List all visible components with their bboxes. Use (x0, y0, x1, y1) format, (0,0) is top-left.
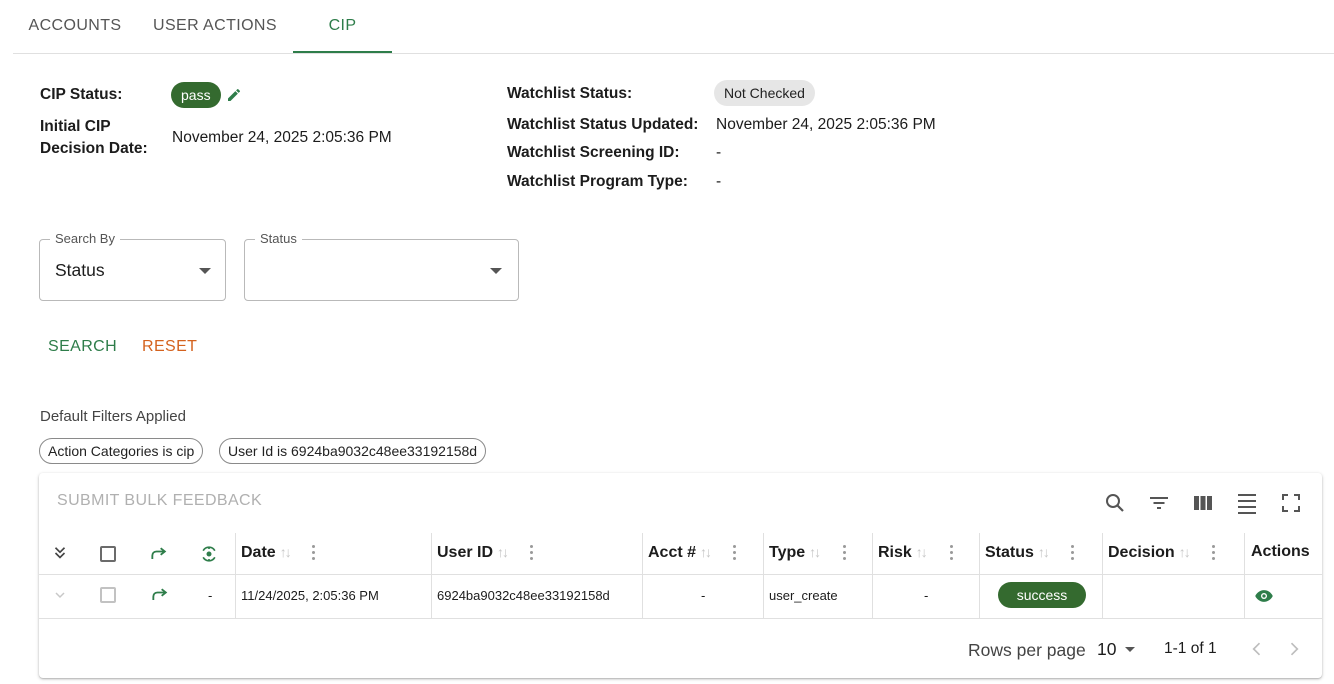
column-label: Acct # (648, 544, 697, 561)
forward-icon (149, 544, 169, 564)
table-pagination: Rows per page 10 1-1 of 1 (39, 618, 1322, 678)
fullscreen-icon[interactable] (1279, 491, 1303, 515)
watchlist-status-badge: Not Checked (714, 80, 815, 106)
column-header-user-id[interactable]: User ID ↑↓ (437, 533, 509, 575)
table-row[interactable]: - 11/24/2025, 2:05:36 PM 6924ba9032c48ee… (39, 575, 1322, 618)
column-label: Risk (878, 544, 912, 561)
column-menu-icon[interactable] (1071, 545, 1075, 561)
tab-accounts[interactable]: ACCOUNTS (13, 0, 137, 53)
column-label: Status (985, 544, 1034, 561)
column-header-decision[interactable]: Decision ↑↓ (1108, 533, 1191, 575)
search-by-select[interactable]: Search By Status (39, 231, 226, 301)
cip-status-label: CIP Status: (40, 86, 123, 103)
rows-per-page-select[interactable]: 10 (1097, 638, 1141, 662)
watchlist-program-label: Watchlist Program Type: (507, 173, 688, 190)
column-label: Decision (1108, 544, 1175, 561)
tab-bar: ACCOUNTS USER ACTIONS CIP (13, 0, 1334, 54)
row-type: user_create (769, 588, 838, 603)
column-header-date[interactable]: Date ↑↓ (241, 533, 292, 575)
chevron-left-icon[interactable] (1247, 639, 1267, 659)
watchlist-program-value: - (716, 173, 722, 190)
reset-button[interactable]: RESET (142, 338, 197, 356)
pin-icon (199, 544, 219, 564)
column-menu-icon[interactable] (1212, 545, 1216, 561)
column-label: User ID (437, 544, 494, 561)
row-user-id: 6924ba9032c48ee33192158d (437, 588, 610, 603)
filter-icon[interactable] (1147, 491, 1171, 515)
tab-user-actions[interactable]: USER ACTIONS (141, 0, 289, 53)
column-menu-icon[interactable] (950, 545, 954, 561)
column-header-status[interactable]: Status ↑↓ (985, 533, 1050, 575)
eye-icon[interactable] (1254, 586, 1274, 606)
column-label: Date (241, 544, 276, 561)
tab-cip[interactable]: CIP (293, 0, 392, 53)
density-icon[interactable] (1235, 491, 1259, 515)
column-menu-icon[interactable] (843, 545, 847, 561)
initial-cip-label-line1: Initial CIP (40, 118, 111, 135)
rows-per-page-value: 10 (1097, 639, 1117, 659)
actions-table: SUBMIT BULK FEEDBACK Date↑↓ User ID↑↓ (39, 473, 1322, 678)
sort-icon: ↑↓ (809, 544, 821, 560)
filter-chip-user-id: User Id is 6924ba9032c48ee33192158d (219, 438, 487, 464)
pagination-range: 1-1 of 1 (1164, 640, 1217, 657)
row-date: 11/24/2025, 2:05:36 PM (241, 588, 379, 603)
expand-all-icon[interactable] (51, 544, 69, 562)
column-label: Type (769, 544, 806, 561)
filter-chip-action-categories: Action Categories is cip (39, 438, 204, 464)
caret-down-icon (199, 268, 211, 274)
sort-icon: ↑↓ (279, 544, 292, 560)
watchlist-screening-label: Watchlist Screening ID: (507, 144, 680, 161)
row-checkbox[interactable] (100, 587, 116, 603)
submit-bulk-feedback-button[interactable]: SUBMIT BULK FEEDBACK (57, 492, 262, 510)
initial-cip-date: November 24, 2025 2:05:36 PM (172, 129, 392, 146)
column-menu-icon[interactable] (530, 545, 534, 561)
sort-icon: ↑↓ (915, 544, 928, 560)
status-select-label: Status (255, 231, 302, 246)
search-by-label: Search By (50, 231, 120, 246)
search-button[interactable]: SEARCH (48, 338, 117, 356)
search-icon[interactable] (1103, 491, 1127, 515)
edit-icon[interactable] (226, 87, 242, 103)
watchlist-updated-label: Watchlist Status Updated: (507, 116, 699, 133)
row-risk: - (924, 588, 929, 603)
column-header-type[interactable]: Type ↑↓ (769, 533, 821, 575)
columns-icon[interactable] (1191, 491, 1215, 515)
column-menu-icon[interactable] (312, 545, 316, 561)
watchlist-status-label: Watchlist Status: (507, 85, 633, 102)
chevron-right-icon[interactable] (1284, 639, 1304, 659)
row-pin: - (208, 588, 213, 603)
column-header-actions: Actions (1251, 543, 1310, 560)
select-all-checkbox[interactable] (100, 546, 116, 562)
caret-down-icon (490, 268, 502, 274)
row-acct: - (701, 588, 706, 603)
column-menu-icon[interactable] (733, 545, 737, 561)
default-filters-heading: Default Filters Applied (40, 408, 186, 425)
forward-icon[interactable] (150, 585, 170, 605)
sort-icon: ↑↓ (1037, 544, 1050, 560)
cip-status-badge: pass (171, 82, 221, 108)
column-header-risk[interactable]: Risk ↑↓ (878, 533, 928, 575)
chevron-down-icon[interactable] (52, 587, 68, 603)
table-header: Date ↑↓ User ID ↑↓ Acct # ↑↓ Type ↑↓ Risk ↑↓ … (39, 533, 1322, 575)
watchlist-screening-value: - (716, 144, 722, 161)
watchlist-updated-value: November 24, 2025 2:05:36 PM (716, 116, 936, 133)
rows-per-page-label: Rows per page (968, 640, 1086, 660)
column-header-acct[interactable]: Acct # ↑↓ (648, 533, 712, 575)
sort-icon: ↑↓ (497, 544, 509, 560)
status-badge: success (998, 582, 1086, 608)
caret-down-icon (1125, 647, 1135, 652)
status-select[interactable]: Status (244, 231, 519, 301)
initial-cip-label-line2: Decision Date: (40, 140, 148, 157)
sort-icon: ↑↓ (1178, 544, 1191, 560)
search-by-value: Status (55, 260, 105, 280)
sort-icon: ↑↓ (700, 544, 712, 560)
